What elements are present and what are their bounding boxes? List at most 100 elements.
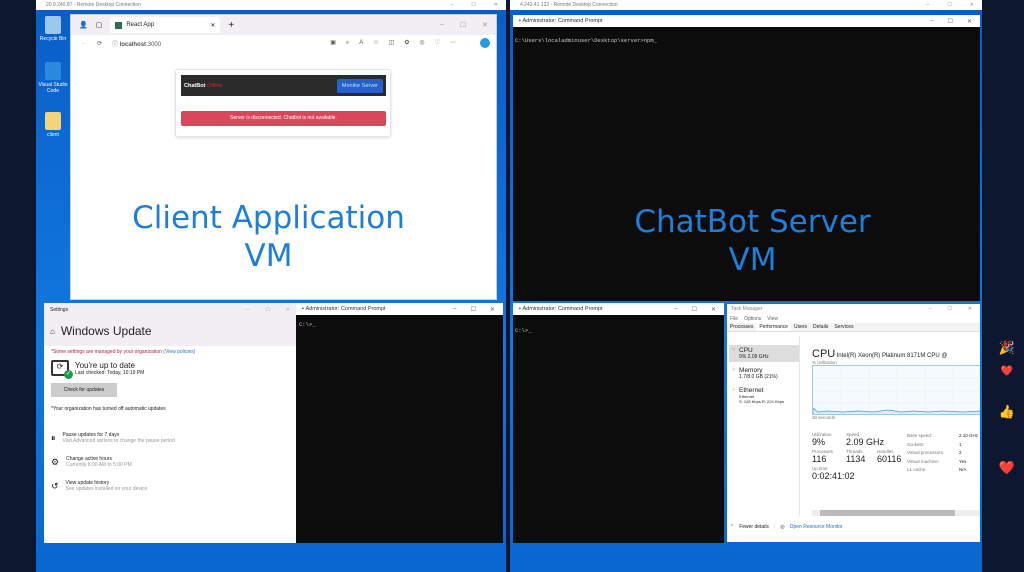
maximize-button[interactable]: ☐ xyxy=(947,306,951,312)
sidebar-name: Ethernet xyxy=(739,387,764,394)
update-options: ⏸ Pause updates for 7 days Visit Advanced … xyxy=(51,432,289,492)
active-hours-option[interactable]: ⚙ Change active hours Currently 8:00 AM to… xyxy=(51,456,289,468)
desktop-icon-vscode[interactable]: Visual Studio Code xyxy=(38,62,68,94)
tab-processes[interactable]: Processes xyxy=(727,323,756,331)
option-subtitle: Visit Advanced options to change the pau… xyxy=(62,438,175,444)
copilot-icon[interactable] xyxy=(480,38,490,48)
stat-value: 1134 xyxy=(846,454,866,464)
maximize-button[interactable]: ☐ xyxy=(471,306,476,313)
history-icon: ↺ xyxy=(51,480,59,491)
memory-circle-icon: ○ xyxy=(732,367,736,373)
open-resource-monitor-link[interactable]: Open Resource Monitor xyxy=(790,524,843,530)
toolbar-icons[interactable]: ▣⌕A☆◫✿◎♡⋯ xyxy=(330,39,470,47)
minimize-button[interactable]: – xyxy=(927,2,930,10)
tm-title: Task Manager xyxy=(731,306,763,312)
maximize-button[interactable]: ☐ xyxy=(947,2,951,10)
home-icon[interactable]: ⌂ xyxy=(50,327,55,336)
browser-tab[interactable]: React App ✕ xyxy=(110,17,221,33)
monitor-server-button[interactable]: Monitor Server xyxy=(336,78,383,93)
profile-icon[interactable]: 👤 xyxy=(79,21,88,29)
update-history-option[interactable]: ↺ View update history See updates installe… xyxy=(51,480,289,492)
right-rdp-titlebar: 4.242.41.122 - Remote Desktop Connection… xyxy=(510,0,982,10)
stat-value: 0:02:41:02 xyxy=(812,471,855,481)
cmd-prompt: C:\> xyxy=(515,327,529,334)
stat-value: 9% xyxy=(812,437,826,447)
sidebar-sub: S: 128 Kbps R: 224 Kbps xyxy=(739,399,784,404)
minimize-button[interactable]: – xyxy=(674,306,677,313)
horizontal-scrollbar[interactable] xyxy=(812,510,980,516)
tab-actions-icon[interactable]: ▢ xyxy=(96,21,103,29)
tab-users[interactable]: Users xyxy=(791,323,810,331)
cmd-console[interactable]: C:\Users\localadminuser\Desktop\server>n… xyxy=(513,27,980,301)
tab-services[interactable]: Services xyxy=(831,323,856,331)
thumbs-up-reaction-icon: 👍 xyxy=(998,404,1016,419)
cmd-title: Administrator: Command Prompt xyxy=(522,18,603,24)
fewer-details-button[interactable]: Fewer details xyxy=(739,524,769,530)
chatbot-navbar: ChatBot Offline Monitor Server xyxy=(181,75,386,96)
react-favicon-icon xyxy=(115,21,123,29)
close-button[interactable]: ✕ xyxy=(711,306,716,313)
check-for-updates-button[interactable]: Check for updates xyxy=(51,383,117,397)
sidebar-cpu[interactable]: ○ CPU 9% 2.09 GHz xyxy=(729,345,799,362)
minimize-button[interactable]: – xyxy=(440,21,444,29)
refresh-icon[interactable]: ⟳ xyxy=(97,40,102,47)
tm-stats: Utilization 9% Speed 2.09 GHz Processes 116… xyxy=(812,432,907,481)
cmd-title: Administrator: Command Prompt xyxy=(305,306,386,312)
back-icon[interactable]: ← xyxy=(81,40,87,46)
tab-performance[interactable]: Performance xyxy=(756,323,791,331)
close-button[interactable]: ✕ xyxy=(494,2,498,10)
tm-sidebar: ○ CPU 9% 2.09 GHz ○ Memory 1.7/8.0 GB (21%) … xyxy=(727,336,800,516)
minimize-button[interactable]: – xyxy=(451,2,454,10)
cpu-circle-icon: ○ xyxy=(732,347,736,353)
maximize-button[interactable]: ☐ xyxy=(265,307,269,313)
managed-note: *Some settings are managed by your organ… xyxy=(51,349,162,355)
icon-label: Recycle Bin xyxy=(39,36,67,42)
minimize-button[interactable]: – xyxy=(453,306,456,313)
cpu-heading: CPU xyxy=(812,348,836,360)
stat-value: 60116 xyxy=(877,454,902,464)
pause-updates-option[interactable]: ⏸ Pause updates for 7 days Visit Advanced … xyxy=(51,432,289,444)
view-policies-link[interactable]: (View policies) xyxy=(163,349,195,355)
close-button[interactable]: ✕ xyxy=(286,307,290,313)
maximize-button[interactable]: ☐ xyxy=(471,2,475,10)
new-tab-button[interactable]: + xyxy=(228,20,234,31)
maximize-button[interactable]: ☐ xyxy=(460,21,466,29)
close-button[interactable]: ✕ xyxy=(967,18,972,25)
close-tab-icon[interactable]: ✕ xyxy=(210,22,215,29)
desktop-icon-client[interactable]: client xyxy=(38,112,68,138)
left-cmd-window: ▪ Administrator: Command Prompt – ☐ ✕ C:\>_ xyxy=(296,303,503,543)
rdp-title: 4.242.41.122 - Remote Desktop Connection xyxy=(520,2,618,8)
close-button[interactable]: ✕ xyxy=(970,2,974,10)
cmd-prompt: C:\> xyxy=(299,321,313,328)
address-bar[interactable]: ⓘ localhost:3000 xyxy=(112,39,292,48)
rdp-title: 20.9.240.87 - Remote Desktop Connection xyxy=(46,2,141,8)
browser-tabbar: 👤 ▢ React App ✕ + – ☐ ✕ xyxy=(71,15,496,35)
detail-label: Virtual processors: xyxy=(907,450,945,455)
maximize-button[interactable]: ☐ xyxy=(692,306,697,313)
heart-reaction-icon: ❤️ xyxy=(998,460,1016,475)
menu-file[interactable]: File xyxy=(730,316,738,322)
tab-details[interactable]: Details xyxy=(810,323,831,331)
cmd-console[interactable]: C:\>_ xyxy=(513,315,724,543)
desktop-icon-recycle-bin[interactable]: Recycle Bin xyxy=(38,16,68,42)
menu-view[interactable]: View xyxy=(767,316,778,322)
minimize-button[interactable]: – xyxy=(247,307,250,313)
cmd-titlebar: ▪ Administrator: Command Prompt – ☐ ✕ xyxy=(513,303,724,315)
info-icon: ⓘ xyxy=(112,41,119,48)
option-subtitle: Currently 8:00 AM to 5:00 PM xyxy=(66,462,132,468)
sidebar-ethernet[interactable]: ○ Ethernet Ethernet S: 128 Kbps R: 224 Kbps xyxy=(729,385,799,406)
detail-value: 2 xyxy=(959,450,962,455)
close-button[interactable]: ✕ xyxy=(482,21,488,29)
close-button[interactable]: ✕ xyxy=(490,306,495,313)
tm-menu: File Options View xyxy=(727,314,980,323)
close-button[interactable]: ✕ xyxy=(968,306,972,312)
detail-label: Base speed: xyxy=(907,433,933,438)
chevron-up-icon[interactable]: ⌃ xyxy=(730,524,734,530)
maximize-button[interactable]: ☐ xyxy=(948,18,953,25)
minimize-button[interactable]: – xyxy=(929,306,932,312)
stat-value: 2.09 GHz xyxy=(846,437,885,447)
cmd-console[interactable]: C:\>_ xyxy=(296,315,503,543)
minimize-button[interactable]: – xyxy=(930,18,933,25)
sidebar-memory[interactable]: ○ Memory 1.7/8.0 GB (21%) xyxy=(729,365,799,382)
menu-options[interactable]: Options xyxy=(744,316,761,322)
